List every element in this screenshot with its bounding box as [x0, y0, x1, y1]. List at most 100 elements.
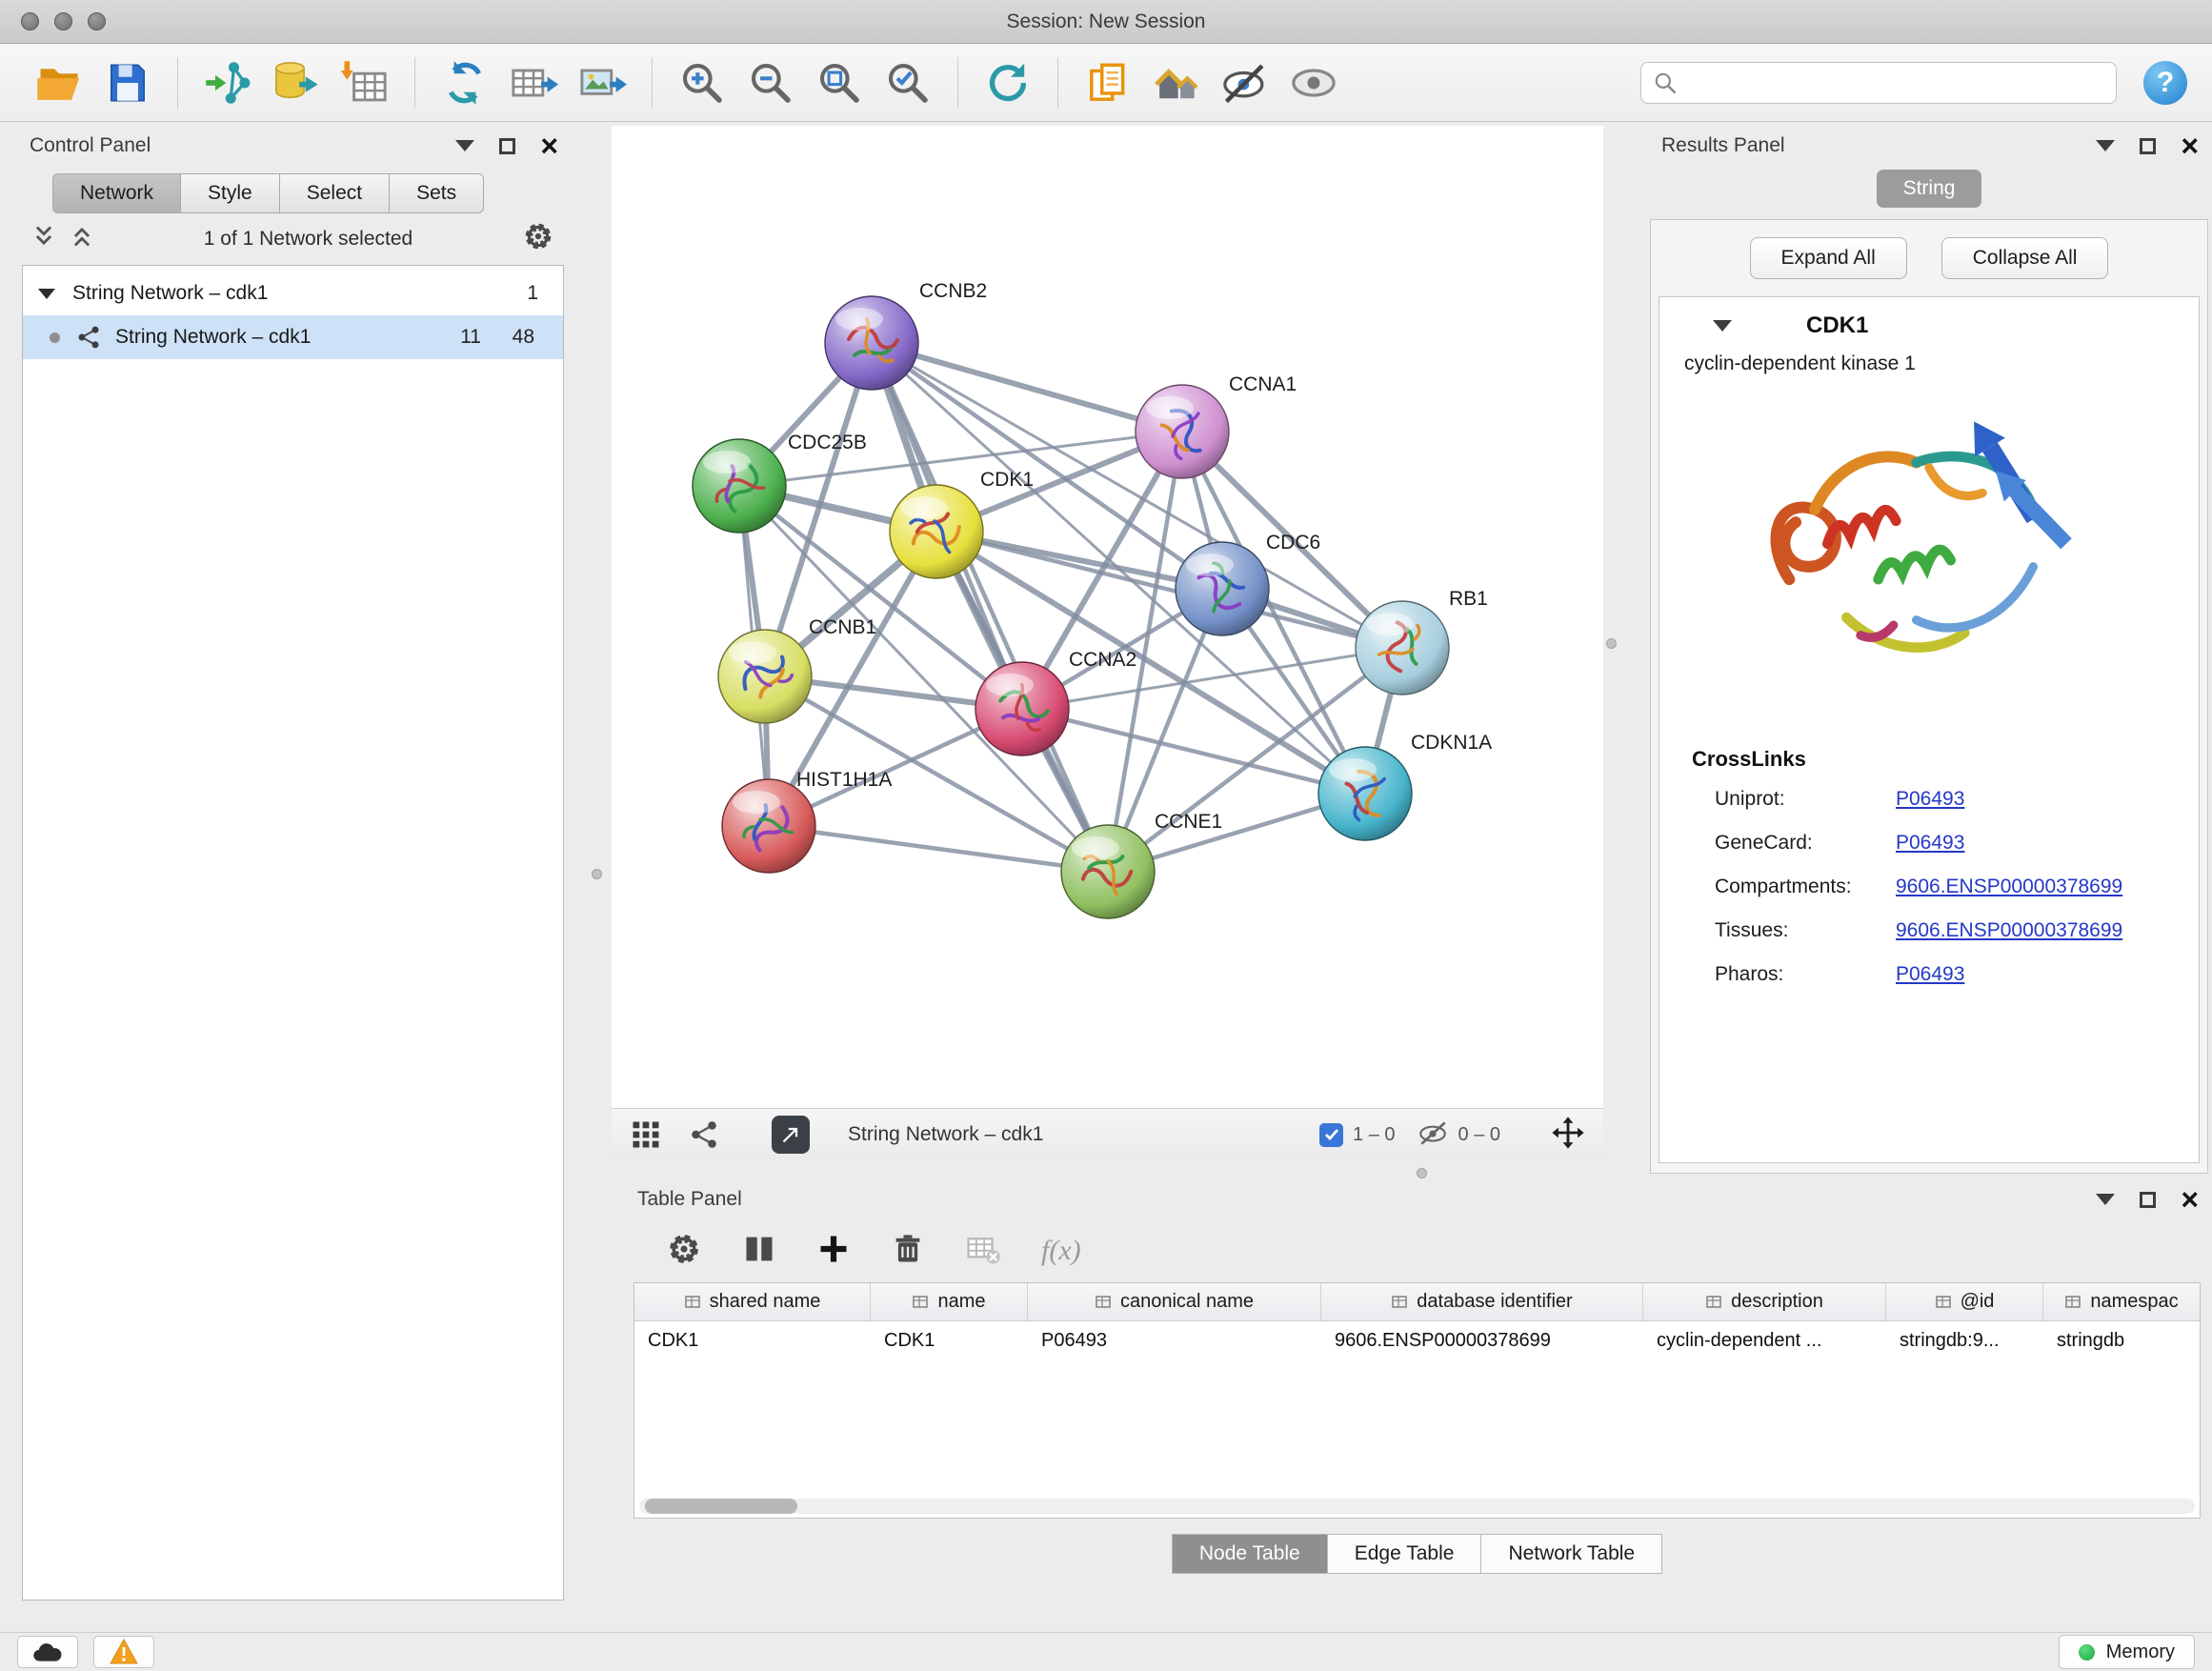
import-network-database-icon[interactable]: [268, 54, 325, 111]
network-collection-row[interactable]: String Network – cdk1 1: [23, 272, 563, 315]
network-node-CCNB1[interactable]: [718, 630, 812, 723]
column-header[interactable]: description: [1643, 1283, 1886, 1320]
network-node-CCNA1[interactable]: [1136, 385, 1229, 478]
column-header[interactable]: name: [871, 1283, 1028, 1320]
share-network-icon[interactable]: [688, 1118, 720, 1151]
refresh-network-icon[interactable]: [979, 54, 1036, 111]
crosslink-compartments-link[interactable]: 9606.ENSP00000378699: [1896, 876, 2122, 898]
collapse-all-button[interactable]: Collapse All: [1941, 237, 2109, 279]
cell-description[interactable]: cyclin-dependent ...: [1643, 1330, 1886, 1352]
close-panel-icon[interactable]: ×: [2181, 135, 2199, 156]
float-panel-icon[interactable]: [2140, 1192, 2156, 1208]
crosslink-genecard-link[interactable]: P06493: [1896, 832, 1964, 855]
network-node-CCNE1[interactable]: [1061, 825, 1155, 918]
collapse-all-networks-icon[interactable]: [70, 224, 94, 254]
open-in-new-window-button[interactable]: [772, 1116, 810, 1154]
collection-expander-icon[interactable]: [38, 289, 55, 299]
expand-all-networks-icon[interactable]: [31, 224, 56, 254]
network-row[interactable]: String Network – cdk1 11 48: [23, 315, 563, 359]
float-panel-icon[interactable]: [2140, 138, 2156, 154]
tab-sets[interactable]: Sets: [390, 173, 484, 213]
close-panel-icon[interactable]: ×: [540, 135, 558, 156]
column-header[interactable]: @id: [1886, 1283, 2043, 1320]
home-views-icon[interactable]: [1148, 54, 1205, 111]
search-input[interactable]: [1687, 70, 2104, 94]
network-node-CCNB2[interactable]: [825, 296, 918, 390]
show-graphic-details-icon[interactable]: [1285, 54, 1342, 111]
network-node-CDC25B[interactable]: [693, 439, 786, 533]
crosslink-uniprot-link[interactable]: P06493: [1896, 788, 1964, 811]
network-canvas[interactable]: CCNB2CCNA1CDC25BCDK1CDC6RB1CCNB1CCNA2CDK…: [612, 126, 1603, 1108]
column-header[interactable]: canonical name: [1028, 1283, 1321, 1320]
float-panel-icon[interactable]: [499, 138, 515, 154]
birds-eye-view-icon[interactable]: [629, 1117, 663, 1152]
import-table-file-icon[interactable]: [336, 54, 393, 111]
apply-layout-cycle-icon[interactable]: [436, 54, 493, 111]
cell-canonical-name[interactable]: P06493: [1028, 1330, 1321, 1352]
vertical-splitter-handle[interactable]: [592, 869, 602, 879]
column-header[interactable]: shared name: [634, 1283, 871, 1320]
export-table-icon[interactable]: [505, 54, 562, 111]
copy-document-icon[interactable]: [1079, 54, 1136, 111]
close-panel-icon[interactable]: ×: [2181, 1189, 2199, 1210]
panel-menu-icon[interactable]: [2096, 140, 2115, 151]
open-session-icon[interactable]: [30, 54, 88, 111]
zoom-in-icon[interactable]: [674, 54, 731, 111]
network-node-HIST1H1A[interactable]: [722, 779, 815, 873]
network-node-RB1[interactable]: [1356, 601, 1449, 695]
export-image-icon[interactable]: [573, 54, 631, 111]
cell-name[interactable]: CDK1: [871, 1330, 1028, 1352]
cell-shared-name[interactable]: CDK1: [634, 1330, 871, 1352]
tab-network[interactable]: Network: [52, 173, 181, 213]
tab-string[interactable]: String: [1877, 170, 1982, 208]
hide-graphic-details-icon[interactable]: [1217, 54, 1274, 111]
cell-database-identifier[interactable]: 9606.ENSP00000378699: [1321, 1330, 1643, 1352]
expand-all-button[interactable]: Expand All: [1750, 237, 1907, 279]
cell-namespace[interactable]: stringdb: [2043, 1330, 2200, 1352]
table-settings-gear-icon[interactable]: [666, 1231, 702, 1272]
pan-network-icon[interactable]: [1550, 1115, 1586, 1156]
network-node-CDK1[interactable]: [890, 485, 983, 578]
network-node-CDKN1A[interactable]: [1318, 747, 1412, 840]
tab-style[interactable]: Style: [181, 173, 280, 213]
panel-menu-icon[interactable]: [2096, 1194, 2115, 1205]
panel-menu-icon[interactable]: [455, 140, 474, 151]
hidden-items-eye-icon[interactable]: [1417, 1117, 1449, 1154]
cell-id[interactable]: stringdb:9...: [1886, 1330, 2043, 1352]
horizontal-splitter-handle[interactable]: [1417, 1168, 1427, 1178]
add-row-icon[interactable]: [816, 1232, 851, 1271]
zoom-selected-icon[interactable]: [879, 54, 936, 111]
zoom-out-icon[interactable]: [742, 54, 799, 111]
network-options-gear-icon[interactable]: [522, 220, 554, 258]
column-header[interactable]: database identifier: [1321, 1283, 1643, 1320]
horizontal-scrollbar[interactable]: [639, 1499, 2195, 1514]
zoom-fit-icon[interactable]: [811, 54, 868, 111]
memory-button[interactable]: Memory: [2059, 1635, 2195, 1669]
tab-edge-table[interactable]: Edge Table: [1328, 1534, 1482, 1574]
import-network-file-icon[interactable]: [199, 54, 256, 111]
save-session-icon[interactable]: [99, 54, 156, 111]
network-node-CCNA2[interactable]: [975, 662, 1069, 755]
select-columns-icon[interactable]: [742, 1232, 776, 1271]
network-node-CDC6[interactable]: [1176, 542, 1269, 635]
zoom-window-button[interactable]: [88, 12, 106, 30]
delete-row-trash-icon[interactable]: [891, 1232, 925, 1271]
cloud-status-button[interactable]: [17, 1636, 78, 1668]
vertical-splitter-handle[interactable]: [1606, 638, 1617, 649]
tab-node-table[interactable]: Node Table: [1172, 1534, 1328, 1574]
table-row[interactable]: CDK1 CDK1 P06493 9606.ENSP00000378699 cy…: [634, 1321, 2200, 1359]
warnings-button[interactable]: [93, 1636, 154, 1668]
search-box[interactable]: [1640, 62, 2117, 104]
scrollbar-thumb[interactable]: [645, 1499, 797, 1514]
column-header[interactable]: namespac: [2043, 1283, 2200, 1320]
help-icon[interactable]: ?: [2143, 61, 2187, 105]
gene-collapse-icon[interactable]: [1713, 320, 1732, 332]
function-builder-icon[interactable]: f(x): [1041, 1235, 1081, 1267]
minimize-window-button[interactable]: [54, 12, 72, 30]
close-window-button[interactable]: [21, 12, 39, 30]
crosslink-tissues-link[interactable]: 9606.ENSP00000378699: [1896, 919, 2122, 942]
selected-items-checkbox-icon[interactable]: [1319, 1123, 1343, 1147]
tab-select[interactable]: Select: [280, 173, 390, 213]
crosslink-pharos-link[interactable]: P06493: [1896, 963, 1964, 986]
tab-network-table[interactable]: Network Table: [1481, 1534, 1662, 1574]
